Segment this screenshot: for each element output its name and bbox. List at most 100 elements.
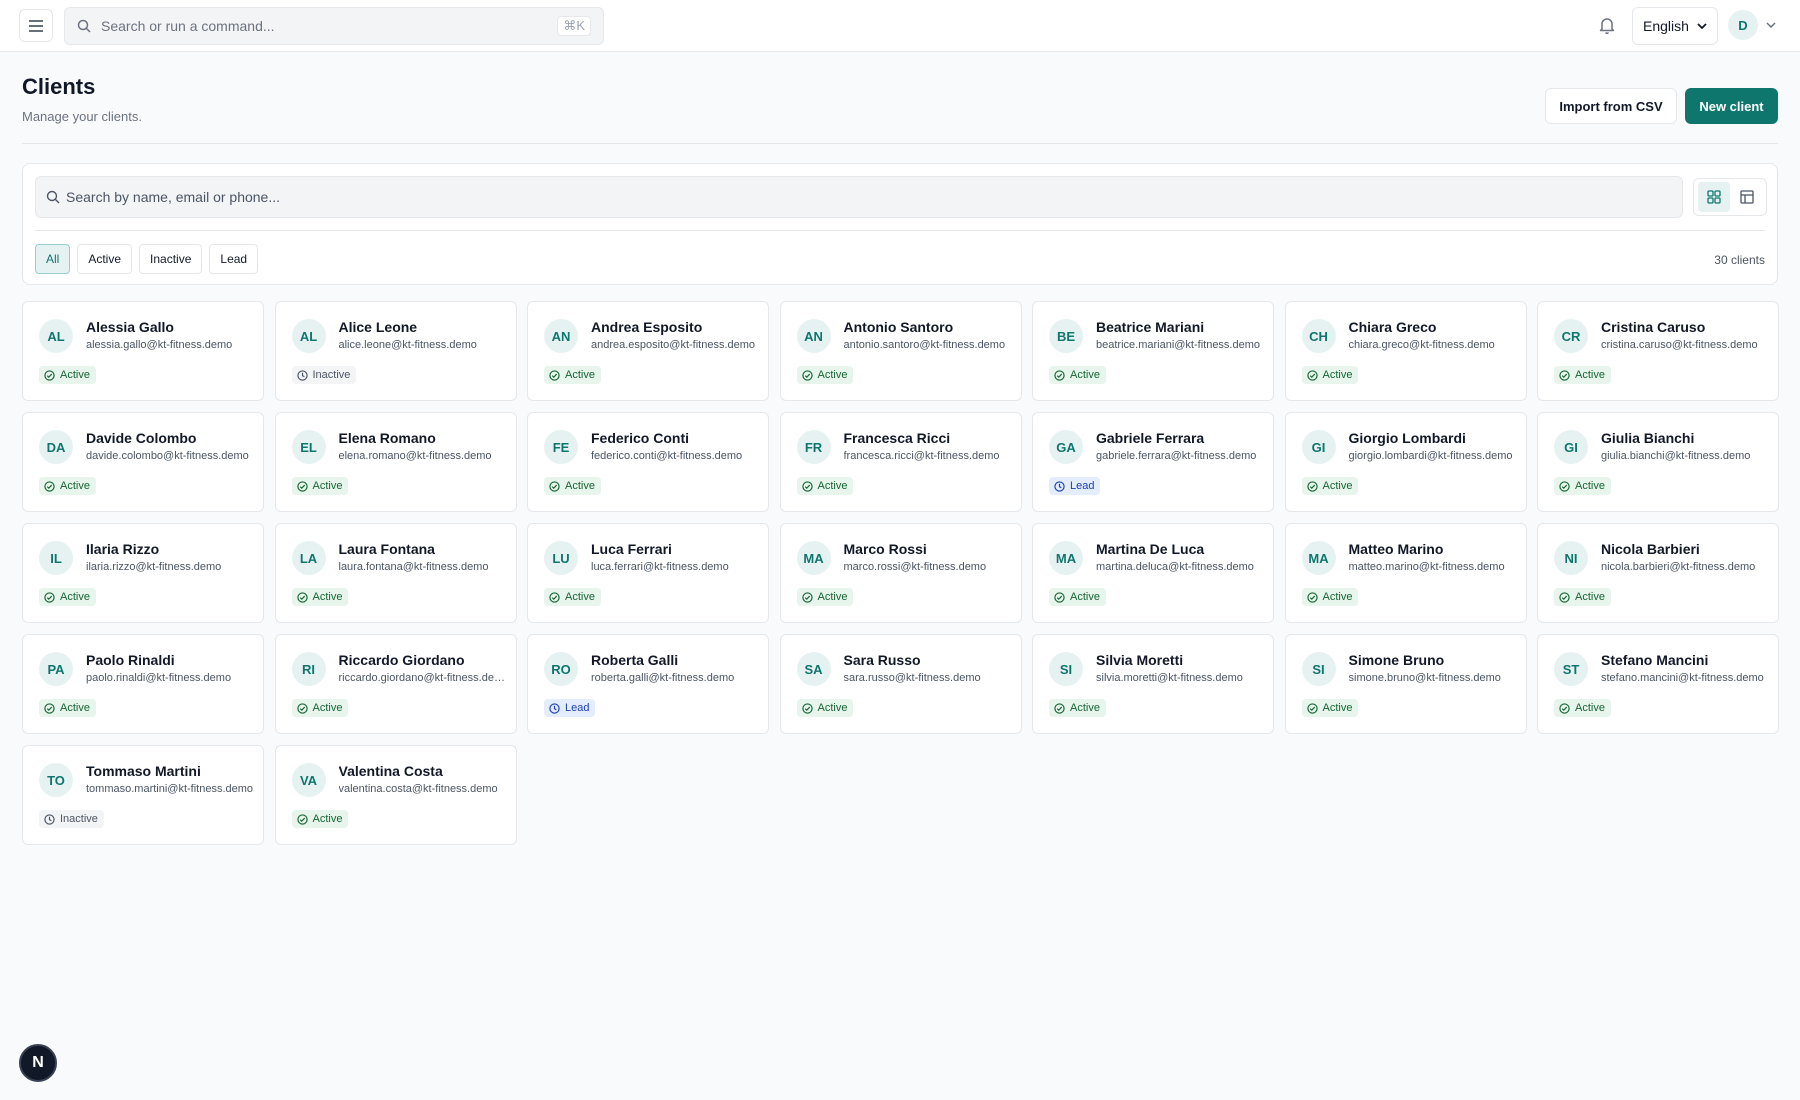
status-badge: Active xyxy=(544,477,601,495)
client-card[interactable]: FE Federico Conti federico.conti@kt-fitnes… xyxy=(527,412,769,512)
client-email: alessia.gallo@kt-fitness.demo xyxy=(86,339,233,351)
clock-icon xyxy=(549,702,560,714)
language-value: English xyxy=(1643,18,1689,34)
client-card[interactable]: SI Simone Bruno simone.bruno@kt-fitness.de… xyxy=(1284,634,1527,734)
client-card[interactable]: RO Roberta Galli roberta.galli@kt-fitness.… xyxy=(527,634,769,734)
check-circle-icon xyxy=(549,591,560,603)
language-select[interactable]: English xyxy=(1632,7,1718,45)
client-card[interactable]: AL Alessia Gallo alessia.gallo@kt-fitness.… xyxy=(22,301,264,401)
client-card[interactable]: NI Nicola Barbieri nicola.barbieri@kt-fitn… xyxy=(1537,523,1779,623)
clock-icon xyxy=(1054,480,1065,492)
filter-chip-inactive[interactable]: Inactive xyxy=(139,244,203,274)
client-card[interactable]: MA Matteo Marino matteo.marino@kt-fitness.… xyxy=(1284,523,1527,623)
client-card[interactable]: PA Paolo Rinaldi paolo.rinaldi@kt-fitness.… xyxy=(22,634,264,734)
client-card[interactable]: SA Sara Russo sara.russo@kt-fitness.demo Ac… xyxy=(779,634,1022,734)
check-circle-icon xyxy=(1559,702,1570,714)
client-avatar: BE xyxy=(1049,319,1083,353)
check-circle-icon xyxy=(1054,591,1065,603)
client-card[interactable]: AN Andrea Esposito andrea.esposito@kt-fitn… xyxy=(527,301,769,401)
client-card[interactable]: AL Alice Leone alice.leone@kt-fitness.demo… xyxy=(274,301,517,401)
client-card[interactable]: CH Chiara Greco chiara.greco@kt-fitness.de… xyxy=(1284,301,1527,401)
client-email: luca.ferrari@kt-fitness.demo xyxy=(591,561,729,573)
client-search-placeholder: Search by name, email or phone... xyxy=(66,189,281,205)
client-avatar: GI xyxy=(1554,430,1588,464)
status-label: Active xyxy=(817,702,848,714)
search-icon xyxy=(46,190,60,204)
client-name: Elena Romano xyxy=(338,430,436,446)
client-avatar: GI xyxy=(1301,430,1336,464)
status-label: Active xyxy=(1575,480,1605,492)
status-badge: Active xyxy=(1049,699,1106,717)
client-card[interactable]: RI Riccardo Giordano riccardo.giordano@kt-… xyxy=(274,634,517,734)
client-name: Simone Bruno xyxy=(1348,652,1445,668)
client-name: Stefano Mancini xyxy=(1601,652,1709,668)
client-name: Beatrice Mariani xyxy=(1096,319,1205,335)
client-avatar: LU xyxy=(544,541,578,575)
check-circle-icon xyxy=(801,702,813,714)
status-label: Inactive xyxy=(60,813,98,825)
status-badge: Active xyxy=(39,366,96,384)
client-card[interactable]: GI Giorgio Lombardi giorgio.lombardi@kt-fi… xyxy=(1284,412,1527,512)
status-badge: Active xyxy=(796,588,854,606)
filter-chip-active[interactable]: Active xyxy=(77,244,133,274)
client-card[interactable]: LU Luca Ferrari luca.ferrari@kt-fitness.de… xyxy=(527,523,769,623)
client-card[interactable]: GI Giulia Bianchi giulia.bianchi@kt-fitnes… xyxy=(1537,412,1779,512)
floating-action-button[interactable]: N xyxy=(19,1044,57,1082)
client-email: roberta.galli@kt-fitness.demo xyxy=(591,672,735,684)
client-card[interactable]: BE Beatrice Mariani beatrice.mariani@kt-fi… xyxy=(1032,301,1274,401)
client-email: matteo.marino@kt-fitness.demo xyxy=(1348,561,1505,573)
table-view-button[interactable] xyxy=(1731,182,1763,212)
client-card[interactable]: CR Cristina Caruso cristina.caruso@kt-fitn… xyxy=(1537,301,1779,401)
client-card[interactable]: MA Marco Rossi marco.rossi@kt-fitness.demo… xyxy=(779,523,1022,623)
check-circle-icon xyxy=(1054,702,1065,714)
status-badge: Active xyxy=(1301,588,1359,606)
client-card[interactable]: VA Valentina Costa valentina.costa@kt-fitn… xyxy=(274,745,517,845)
client-card[interactable]: EL Elena Romano elena.romano@kt-fitness.de… xyxy=(274,412,517,512)
status-badge: Active xyxy=(796,366,854,384)
client-card[interactable]: LA Laura Fontana laura.fontana@kt-fitness.… xyxy=(274,523,517,623)
client-email: valentina.costa@kt-fitness.demo xyxy=(338,783,498,795)
client-email: chiara.greco@kt-fitness.demo xyxy=(1348,339,1495,351)
client-avatar: AL xyxy=(291,319,326,353)
client-name: Andrea Esposito xyxy=(591,319,703,335)
client-email: andrea.esposito@kt-fitness.demo xyxy=(591,339,756,351)
new-client-button[interactable]: New client xyxy=(1685,88,1778,124)
client-email: cristina.caruso@kt-fitness.demo xyxy=(1601,339,1758,351)
client-avatar: AN xyxy=(796,319,831,353)
command-search[interactable]: Search or run a command... ⌘K xyxy=(64,7,604,45)
client-email: ilaria.rizzo@kt-fitness.demo xyxy=(86,561,222,573)
client-email: francesca.ricci@kt-fitness.demo xyxy=(843,450,1000,462)
status-label: Active xyxy=(312,702,343,714)
status-label: Active xyxy=(817,480,848,492)
client-name: Alessia Gallo xyxy=(86,319,174,335)
client-card[interactable]: MA Martina De Luca martina.deluca@kt-fitne… xyxy=(1032,523,1274,623)
client-card[interactable]: ST Stefano Mancini stefano.mancini@kt-fitn… xyxy=(1537,634,1779,734)
client-name: Antonio Santoro xyxy=(843,319,954,335)
check-circle-icon xyxy=(1306,480,1318,492)
client-card[interactable]: AN Antonio Santoro antonio.santoro@kt-fitn… xyxy=(779,301,1022,401)
client-email: tommaso.martini@kt-fitness.demo xyxy=(86,783,254,795)
client-email: giorgio.lombardi@kt-fitness.demo xyxy=(1348,450,1513,462)
client-card[interactable]: FR Francesca Ricci francesca.ricci@kt-fitn… xyxy=(779,412,1022,512)
notifications-button[interactable] xyxy=(1596,14,1618,36)
status-label: Lead xyxy=(565,702,590,714)
client-name: Marco Rossi xyxy=(843,541,927,557)
client-search-input[interactable]: Search by name, email or phone... xyxy=(35,176,1683,218)
import-csv-button[interactable]: Import from CSV xyxy=(1545,88,1677,124)
client-card[interactable]: TO Tommaso Martini tommaso.martini@kt-fitn… xyxy=(22,745,264,845)
page-subtitle: Manage your clients. xyxy=(22,109,142,124)
client-card[interactable]: SI Silvia Moretti silvia.moretti@kt-fitnes… xyxy=(1032,634,1274,734)
client-avatar: AN xyxy=(544,319,578,353)
grid-icon xyxy=(1706,190,1721,204)
filter-chip-all[interactable]: All xyxy=(35,244,71,274)
user-menu[interactable]: D xyxy=(1728,10,1776,40)
client-card[interactable]: IL Ilaria Rizzo ilaria.rizzo@kt-fitness.de… xyxy=(22,523,264,623)
menu-button[interactable] xyxy=(19,9,53,42)
search-icon xyxy=(77,19,91,33)
client-avatar: SI xyxy=(1301,652,1336,686)
client-card[interactable]: GA Gabriele Ferrara gabriele.ferrara@kt-fi… xyxy=(1032,412,1274,512)
client-card[interactable]: DA Davide Colombo davide.colombo@kt-fitnes… xyxy=(22,412,264,512)
status-label: Inactive xyxy=(312,369,351,381)
filter-chip-lead[interactable]: Lead xyxy=(209,244,259,274)
grid-view-button[interactable] xyxy=(1697,182,1730,212)
